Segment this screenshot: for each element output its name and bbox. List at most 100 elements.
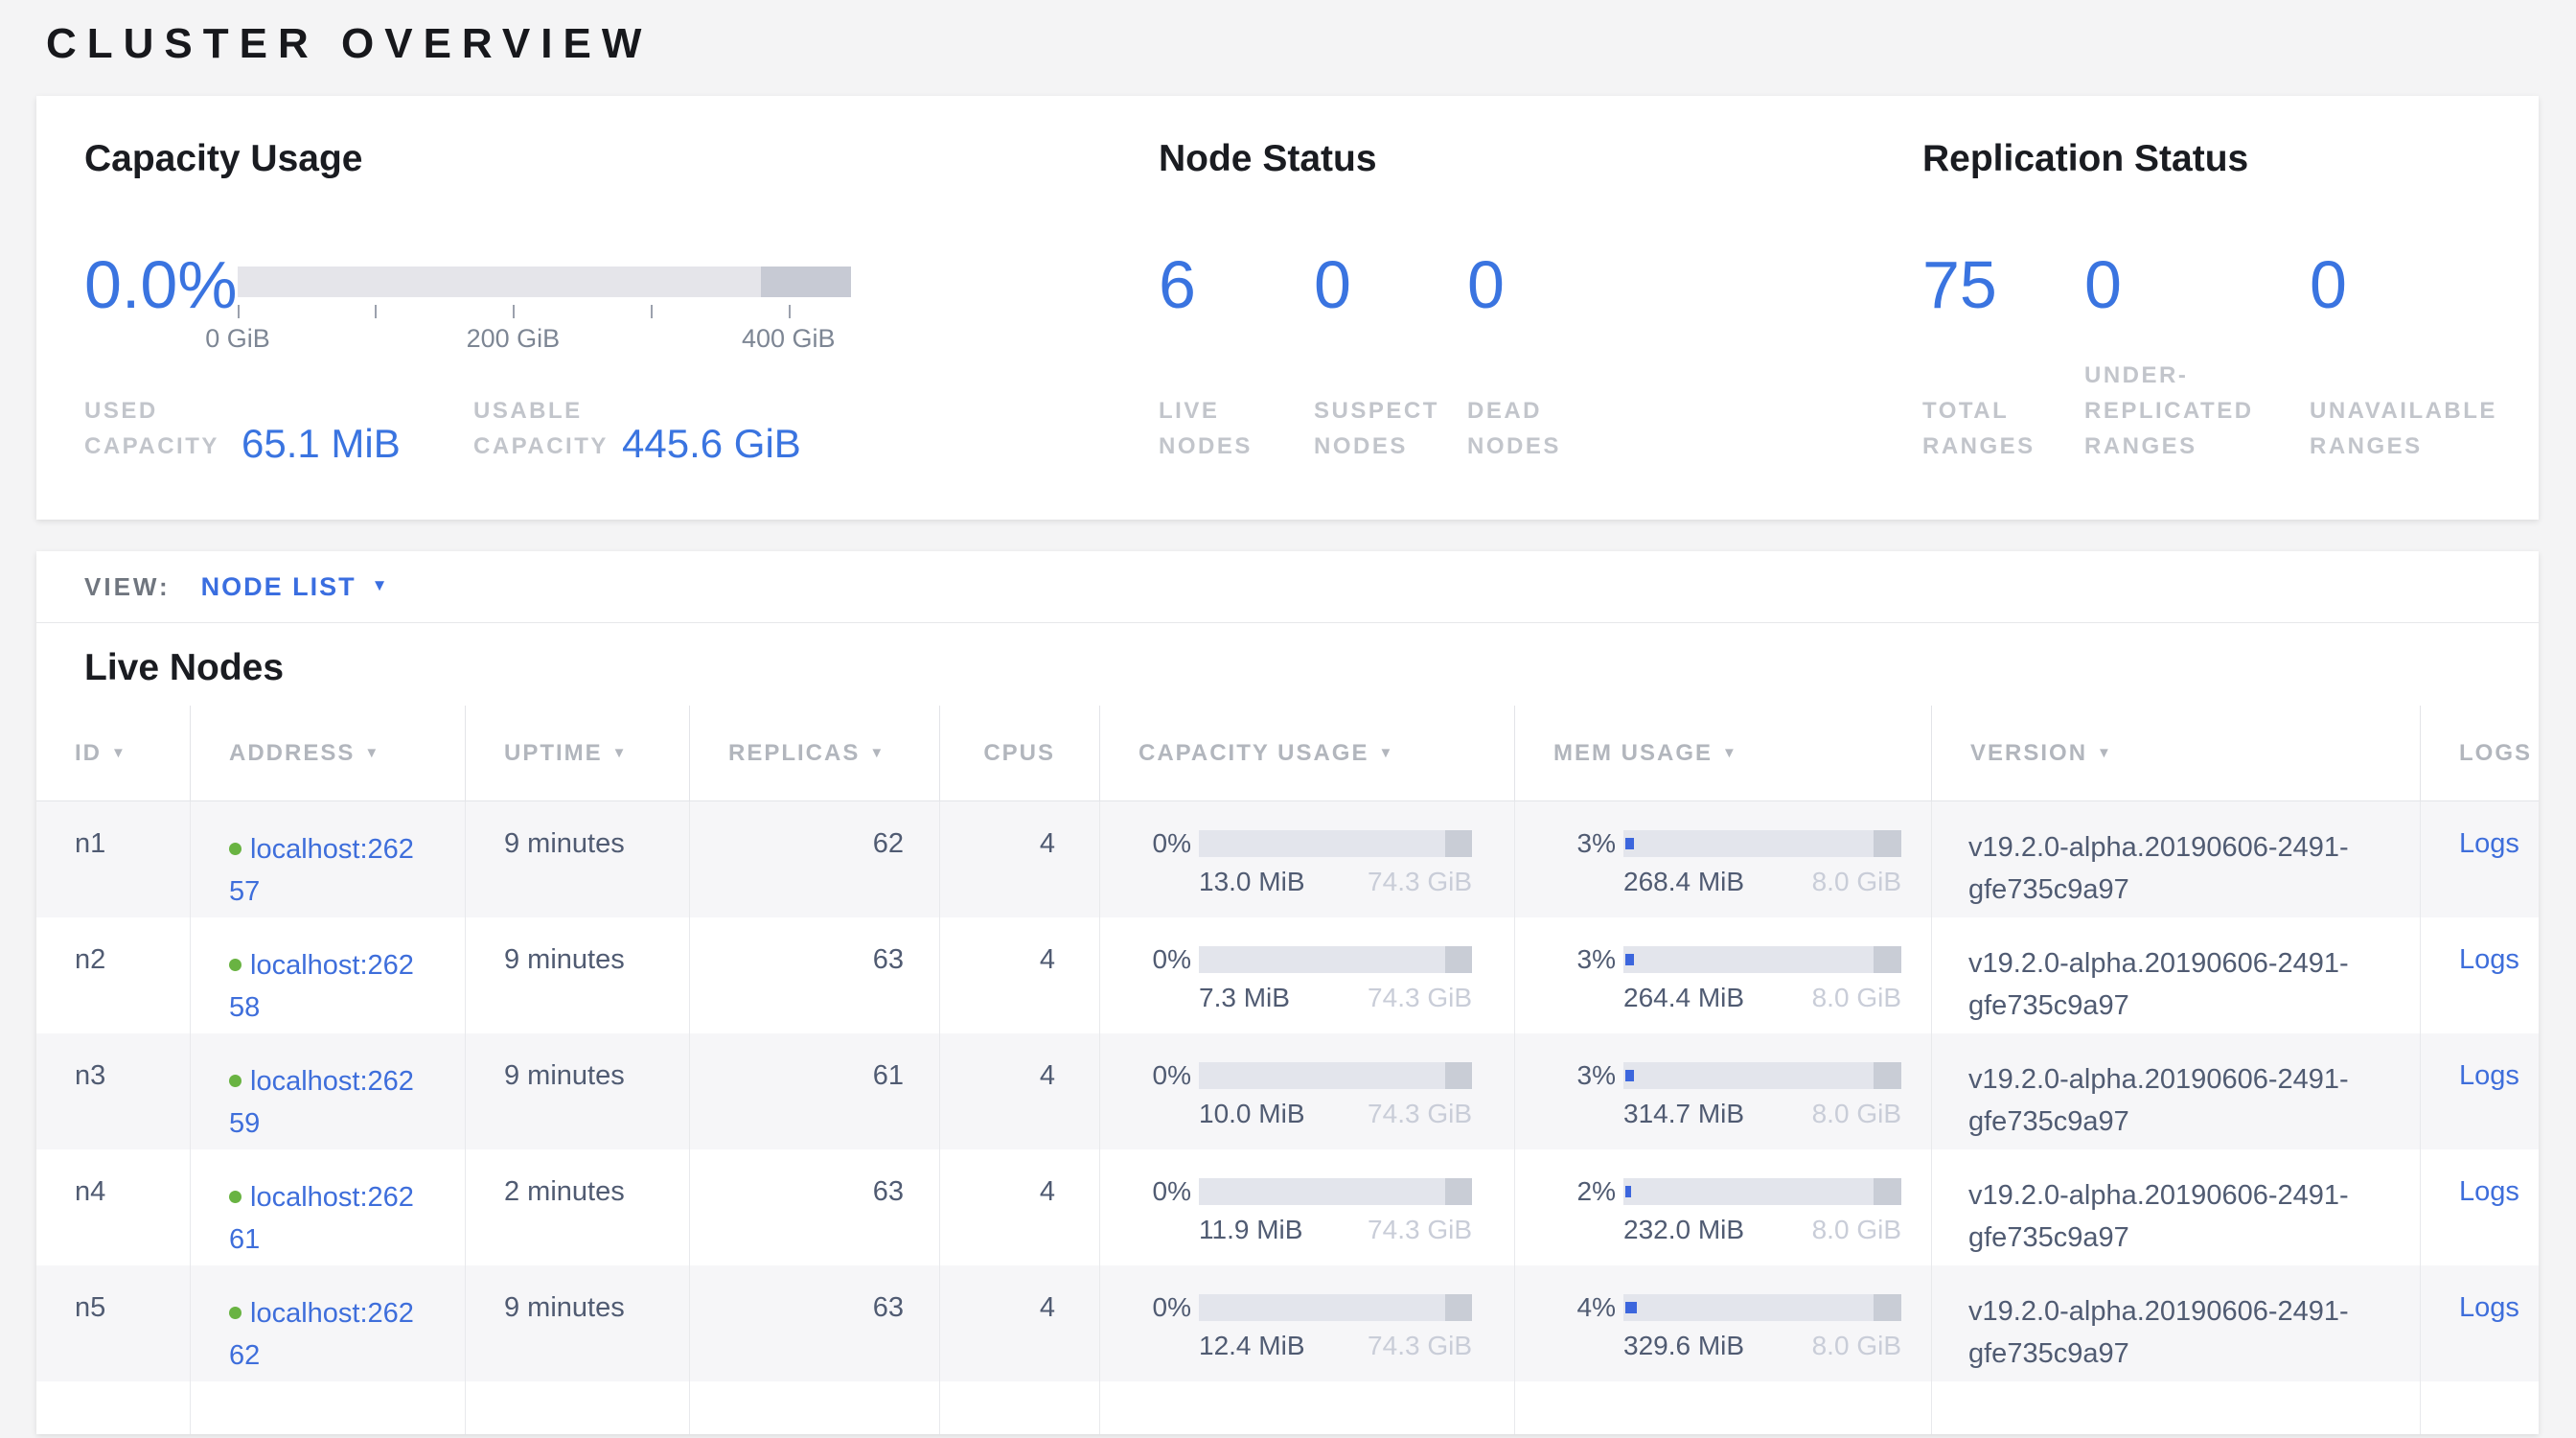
column-header-label: ID (75, 740, 102, 767)
capacity-dark-segment (1445, 1062, 1473, 1089)
mem-percent-value: 4% (1534, 1292, 1616, 1323)
capacity-usage-cell: 0% 11.9 MiB 74.3 GiB (1099, 1149, 1514, 1265)
capacity-used-value: 12.4 MiB (1199, 1331, 1305, 1361)
logs-cell: Logs (2420, 917, 2539, 1033)
column-header-capacity-usage[interactable]: CAPACITY USAGE▼ (1099, 706, 1514, 800)
column-header-mem-usage[interactable]: MEM USAGE ▼ (1514, 706, 1931, 800)
capacity-percent-value: 0% (1119, 1176, 1191, 1207)
capacity-dark-segment (1445, 1294, 1473, 1321)
node-address-link[interactable]: localhost:26258 (229, 950, 414, 1023)
table-row: n2 localhost:26258 9 minutes 63 4 0% 7.3… (36, 917, 2539, 1033)
total-ranges-label: TOTAL RANGES (1922, 393, 2036, 464)
table-row: n3 localhost:26259 9 minutes 61 4 0% 10.… (36, 1033, 2539, 1149)
mem-usage-bar (1623, 1178, 1901, 1205)
used-capacity-value: 65.1 MiB (242, 424, 401, 464)
capacity-total-value: 74.3 GiB (1368, 1215, 1472, 1245)
node-live-dot-icon (229, 1075, 242, 1087)
column-header-address[interactable]: ADDRESS▼ (190, 706, 465, 800)
capacity-used-value: 7.3 MiB (1199, 983, 1290, 1013)
column-header-label: MEM USAGE (1553, 740, 1713, 767)
capacity-used-value: 10.0 MiB (1199, 1099, 1305, 1129)
mem-used-value: 232.0 MiB (1623, 1215, 1744, 1245)
cpus-value: 4 (1040, 944, 1055, 975)
capacity-tick (789, 305, 791, 318)
capacity-usage-bar (1199, 1062, 1472, 1089)
capacity-total-value: 74.3 GiB (1368, 983, 1472, 1013)
unavailable-ranges-label: UNAVAILABLE RANGES (2310, 393, 2497, 464)
mem-usage-cell: 2% 232.0 MiB 8.0 GiB (1514, 1149, 1931, 1265)
table-row-partial (36, 1381, 2539, 1434)
logs-link[interactable]: Logs (2459, 828, 2519, 859)
logs-link[interactable]: Logs (2459, 944, 2519, 975)
capacity-usage-bar (1199, 1294, 1472, 1321)
node-address-link[interactable]: localhost:26261 (229, 1182, 414, 1255)
column-header-uptime[interactable]: UPTIME▼ (465, 706, 689, 800)
table-row: n1 localhost:26257 9 minutes 62 4 0% 13.… (36, 801, 2539, 917)
total-ranges-count: 75 (1922, 251, 1997, 318)
mem-dark-segment (1874, 946, 1901, 973)
mem-usage-bar (1623, 1062, 1901, 1089)
node-live-dot-icon (229, 843, 242, 855)
capacity-usage-bar (1199, 1178, 1472, 1205)
node-id-cell: n1 (36, 801, 190, 917)
cpus-value: 4 (1040, 828, 1055, 859)
capacity-usage-bar (1199, 830, 1472, 857)
mem-percent-value: 3% (1534, 944, 1616, 975)
uptime-cell: 9 minutes (465, 1033, 689, 1149)
unavailable-ranges-count: 0 (2310, 251, 2347, 318)
uptime-value: 9 minutes (504, 1292, 625, 1323)
logs-link[interactable]: Logs (2459, 1060, 2519, 1091)
replicas-value: 62 (873, 828, 904, 859)
logs-link[interactable]: Logs (2459, 1176, 2519, 1207)
sort-arrow-icon: ▼ (1722, 745, 1738, 761)
mem-usage-bar (1623, 830, 1901, 857)
logs-cell: Logs (2420, 1149, 2539, 1265)
capacity-meter-bar (238, 267, 851, 297)
node-id: n4 (75, 1176, 105, 1207)
live-nodes-section-title: Live Nodes (84, 649, 2539, 686)
mem-used-value: 329.6 MiB (1623, 1331, 1744, 1361)
column-header-replicas[interactable]: REPLICAS▼ (689, 706, 939, 800)
dead-nodes-count: 0 (1467, 251, 1505, 318)
mem-usage-cell: 3% 314.7 MiB 8.0 GiB (1514, 1033, 1931, 1149)
view-label: VIEW: (84, 572, 171, 602)
chevron-down-icon: ▼ (372, 576, 390, 595)
view-selector-dropdown[interactable]: NODE LIST ▼ (201, 572, 390, 602)
capacity-percent-value: 0% (1119, 1292, 1191, 1323)
version-value: v19.2.0-alpha.20190606-2491-gfe735c9a97 (1968, 1064, 2349, 1137)
node-id-cell: n4 (36, 1149, 190, 1265)
sort-arrow-icon: ▼ (2097, 745, 2113, 761)
replicas-value: 63 (873, 1292, 904, 1323)
column-header-version[interactable]: VERSION▼ (1931, 706, 2420, 800)
node-list-card: VIEW: NODE LIST ▼ Live Nodes ID▼ADDRESS▼… (36, 551, 2539, 1434)
capacity-percent-value: 0% (1119, 828, 1191, 859)
node-live-dot-icon (229, 959, 242, 971)
node-address-link[interactable]: localhost:26259 (229, 1066, 414, 1139)
capacity-percent: 0.0% (84, 251, 238, 318)
node-address-link[interactable]: localhost:26257 (229, 834, 414, 907)
node-address-link[interactable]: localhost:26262 (229, 1298, 414, 1371)
node-address-cell: localhost:26262 (190, 1265, 465, 1381)
column-header-label: CPUS (983, 740, 1055, 767)
capacity-tick (238, 305, 240, 318)
column-header-id[interactable]: ID▼ (36, 706, 190, 800)
capacity-tick-label: 200 GiB (467, 324, 561, 354)
mem-total-value: 8.0 GiB (1812, 1215, 1901, 1245)
capacity-dark-segment (1445, 1178, 1473, 1205)
mem-percent-value: 2% (1534, 1176, 1616, 1207)
used-capacity-label: USED CAPACITY (84, 393, 219, 464)
uptime-cell: 9 minutes (465, 1265, 689, 1381)
replicas-cell: 63 (689, 1265, 939, 1381)
node-address-cell: localhost:26257 (190, 801, 465, 917)
node-id: n3 (75, 1060, 105, 1091)
usable-capacity-value: 445.6 GiB (622, 424, 801, 464)
mem-total-value: 8.0 GiB (1812, 867, 1901, 897)
capacity-meter-dark-segment (761, 267, 851, 297)
mem-used-segment (1625, 1186, 1631, 1197)
mem-usage-bar (1623, 1294, 1901, 1321)
table-body: n1 localhost:26257 9 minutes 62 4 0% 13.… (36, 801, 2539, 1381)
mem-used-segment (1625, 954, 1634, 965)
node-id-cell: n3 (36, 1033, 190, 1149)
logs-link[interactable]: Logs (2459, 1292, 2519, 1323)
capacity-percent-value: 0% (1119, 1060, 1191, 1091)
